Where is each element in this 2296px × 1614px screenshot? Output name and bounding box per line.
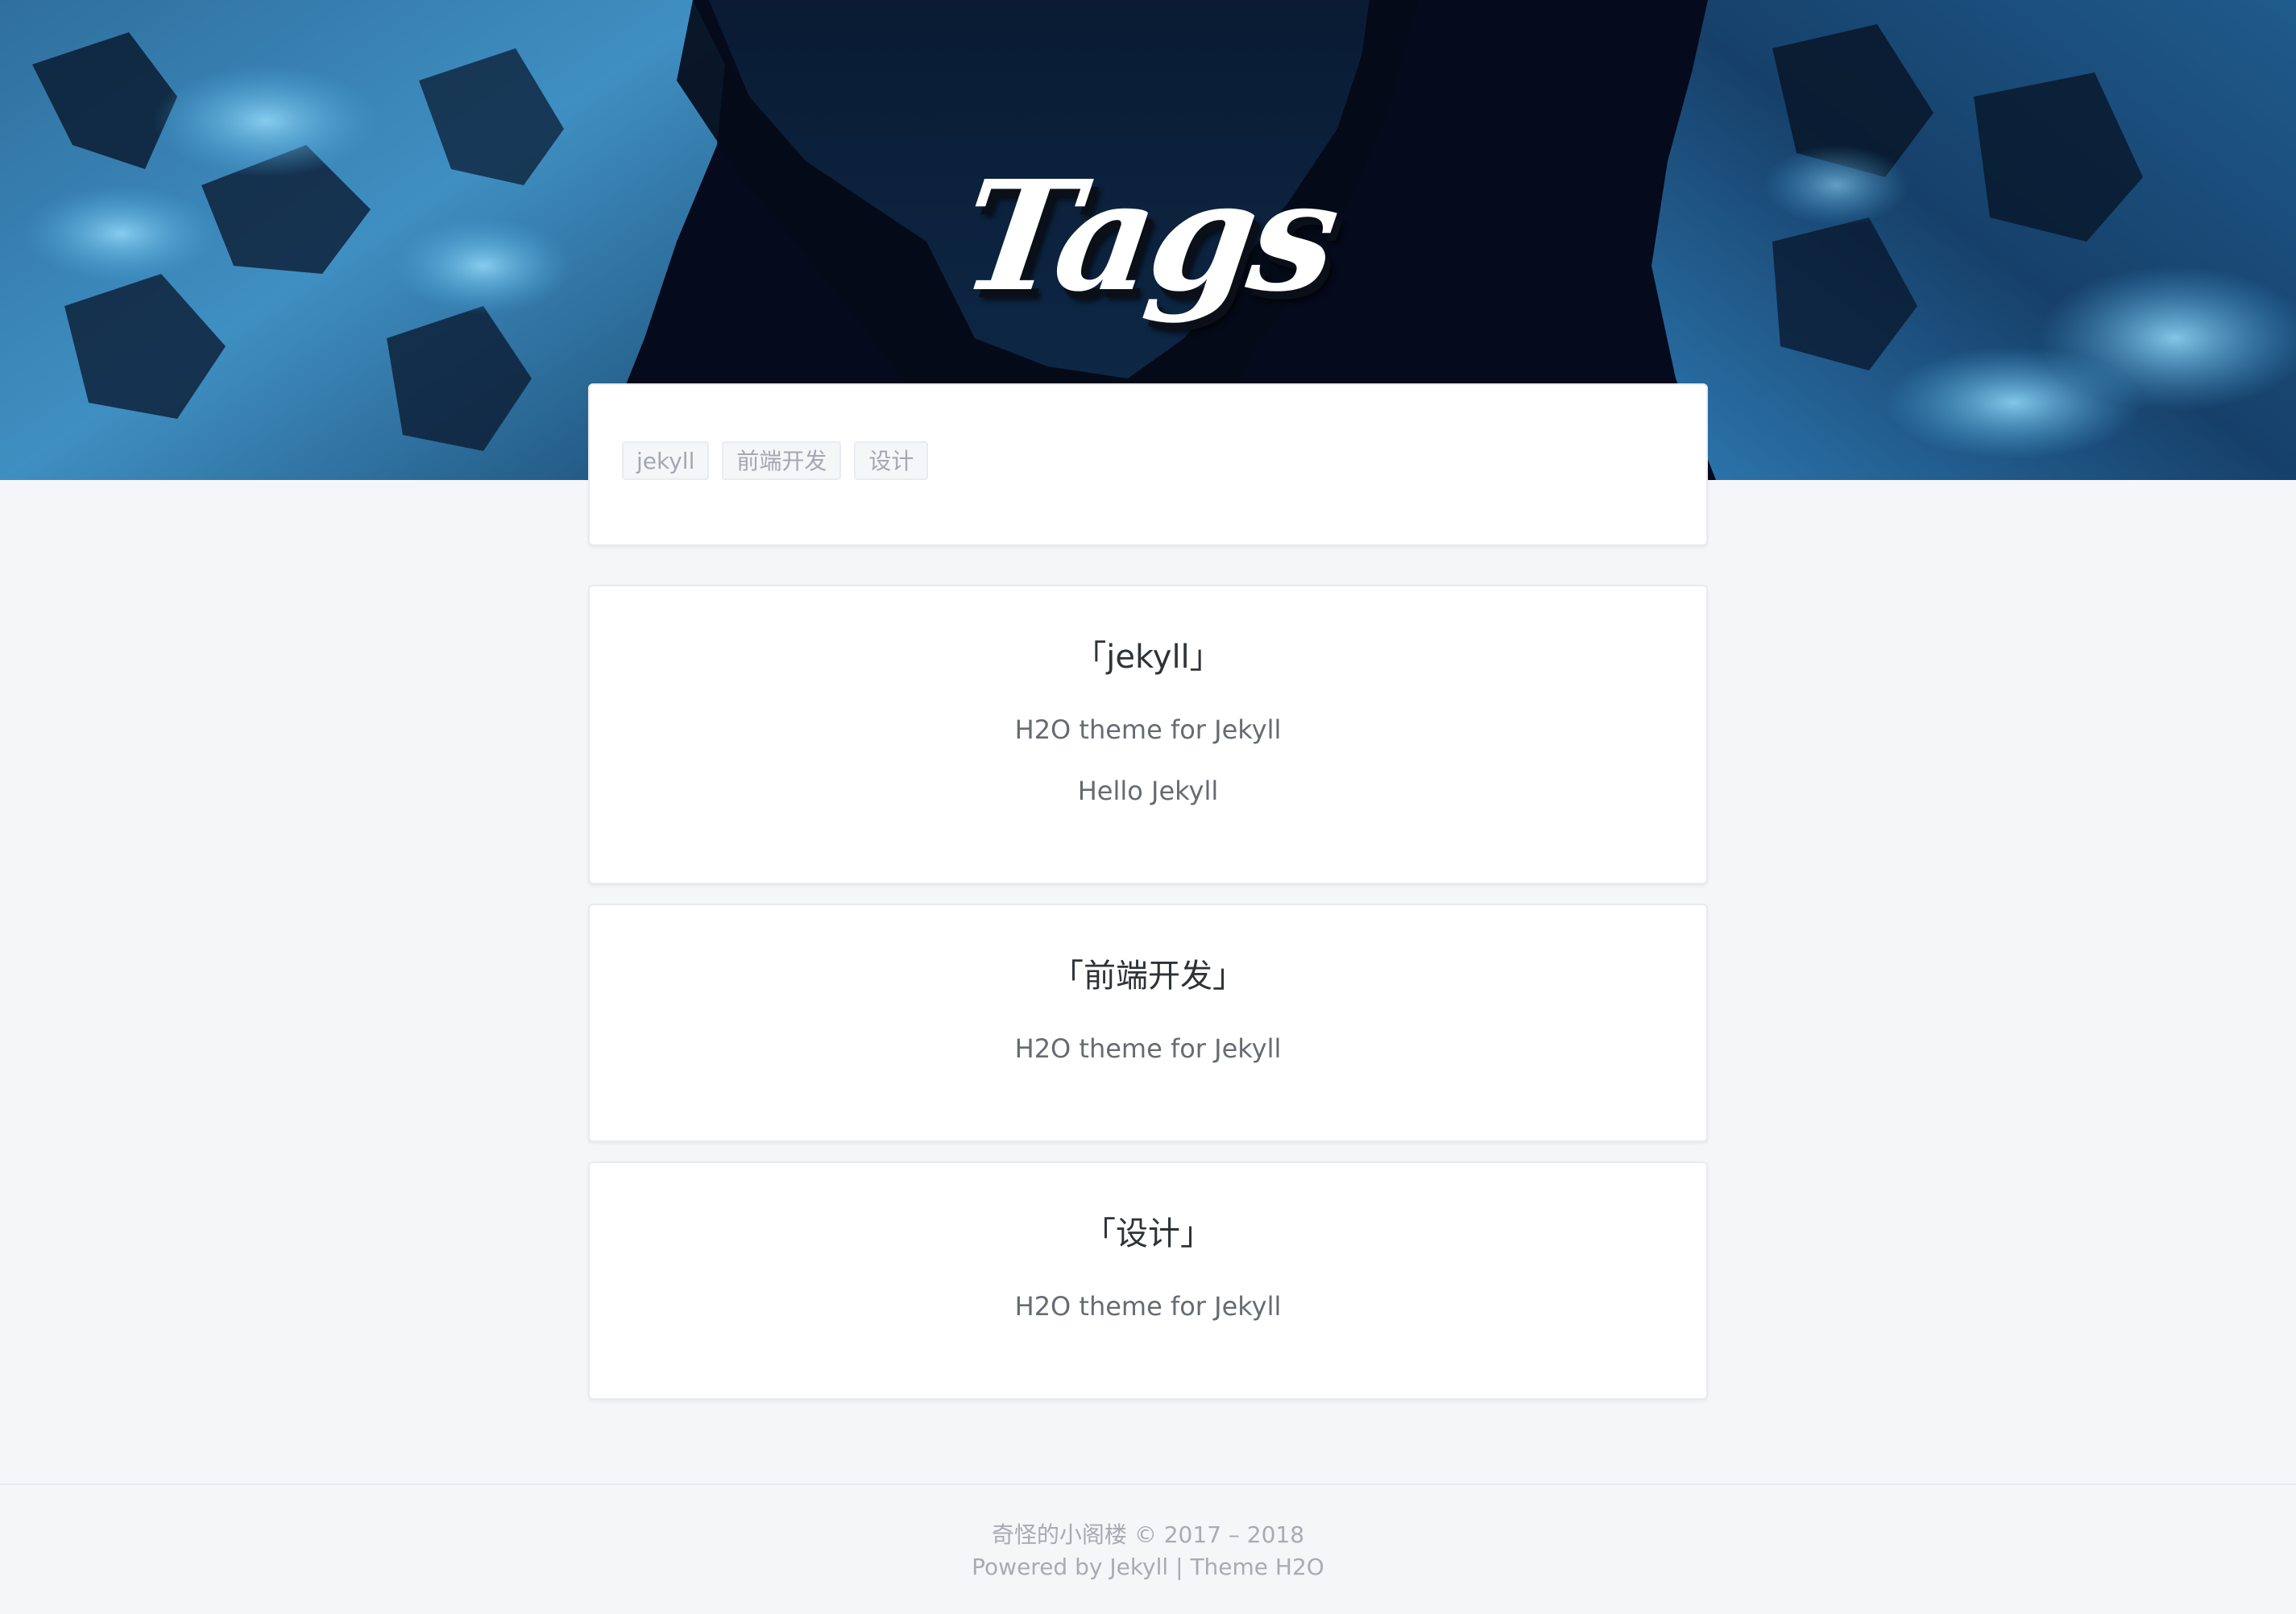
tag-cloud-card: jekyll 前端开发 设计 (588, 383, 1708, 546)
tag-section-design: 「设计」 H2O theme for Jekyll (588, 1161, 1708, 1400)
post-link[interactable]: Hello Jekyll (590, 778, 1706, 804)
section-title: 「前端开发」 (1051, 958, 1245, 995)
footer-copyright: © 2017 – 2018 (1133, 1521, 1305, 1548)
footer-site-name: 奇怪的小阁楼 (991, 1521, 1127, 1548)
theme-link[interactable]: Theme H2O (1190, 1554, 1324, 1580)
jekyll-link[interactable]: Jekyll (1109, 1554, 1168, 1580)
tag-chip-jekyll[interactable]: jekyll (622, 441, 710, 480)
footer-separator: | (1175, 1554, 1183, 1580)
post-link[interactable]: H2O theme for Jekyll (590, 1036, 1706, 1062)
post-link[interactable]: H2O theme for Jekyll (590, 1293, 1706, 1319)
tag-section-frontend: 「前端开发」 H2O theme for Jekyll (588, 904, 1708, 1142)
section-title: 「jekyll」 (1074, 639, 1222, 676)
footer-powered-line: Powered by Jekyll | Theme H2O (0, 1556, 2296, 1579)
tag-list: jekyll 前端开发 设计 (622, 441, 929, 480)
tag-section-jekyll: 「jekyll」 H2O theme for Jekyll Hello Jeky… (588, 585, 1708, 884)
section-title: 「设计」 (1084, 1215, 1212, 1252)
tag-chip-design[interactable]: 设计 (854, 441, 929, 480)
footer-copyright-line: 奇怪的小阁楼 © 2017 – 2018 (0, 1524, 2296, 1546)
tag-chip-frontend[interactable]: 前端开发 (722, 441, 842, 480)
footer-powered-prefix: Powered by (972, 1554, 1103, 1580)
post-link[interactable]: H2O theme for Jekyll (590, 717, 1706, 743)
page-title: Tags (951, 147, 1345, 325)
site-footer: 奇怪的小阁楼 © 2017 – 2018 Powered by Jekyll |… (0, 1484, 2296, 1614)
